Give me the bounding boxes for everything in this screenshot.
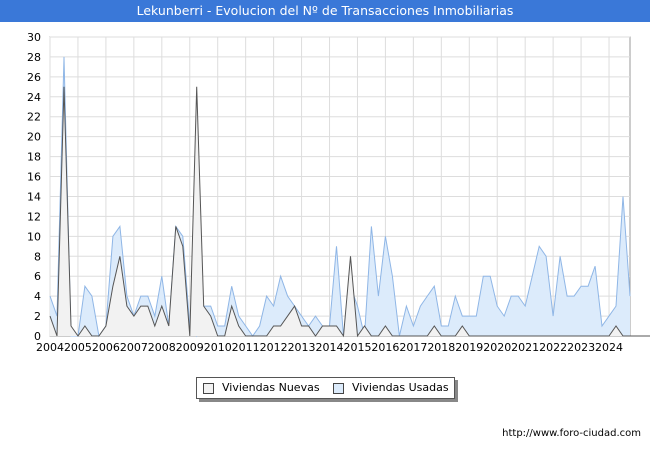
x-tick-label: 2022 <box>539 341 567 354</box>
x-axis: 2004 2005 2006 2007 2008 2009 2010 2011 2012 2013… <box>36 341 623 354</box>
x-tick-label: 2021 <box>511 341 539 354</box>
x-tick-label: 2018 <box>427 341 455 354</box>
y-tick-label: 30 <box>27 31 41 44</box>
x-tick-label: 2007 <box>120 341 148 354</box>
x-tick-label: 2017 <box>399 341 427 354</box>
y-tick-label: 26 <box>27 71 41 84</box>
x-tick-label: 2006 <box>92 341 120 354</box>
y-tick-label: 12 <box>27 210 41 223</box>
legend: Viviendas Nuevas Viviendas Usadas <box>196 377 455 399</box>
x-tick-label: 2016 <box>371 341 399 354</box>
y-tick-label: 22 <box>27 111 41 124</box>
y-tick-label: 28 <box>27 51 41 64</box>
x-tick-label: 2024 <box>595 341 623 354</box>
x-tick-label: 2011 <box>232 341 260 354</box>
x-tick-label: 2004 <box>36 341 64 354</box>
y-tick-label: 4 <box>34 290 41 303</box>
legend-label-nuevas: Viviendas Nuevas <box>222 381 320 394</box>
x-tick-label: 2012 <box>260 341 288 354</box>
x-tick-label: 2020 <box>483 341 511 354</box>
source-url: http://www.foro-ciudad.com <box>502 428 641 439</box>
y-tick-label: 14 <box>27 190 41 203</box>
legend-swatch-nuevas <box>203 383 214 394</box>
y-tick-label: 8 <box>34 250 41 263</box>
y-tick-label: 24 <box>27 91 41 104</box>
y-tick-label: 20 <box>27 131 41 144</box>
x-tick-label: 2009 <box>176 341 204 354</box>
x-tick-label: 2005 <box>64 341 92 354</box>
x-tick-label: 2019 <box>455 341 483 354</box>
y-tick-label: 10 <box>27 230 41 243</box>
x-tick-label: 2008 <box>148 341 176 354</box>
x-tick-label: 2013 <box>288 341 316 354</box>
x-tick-label: 2010 <box>204 341 232 354</box>
y-tick-label: 2 <box>34 310 41 323</box>
legend-swatch-usadas <box>333 383 344 394</box>
legend-label-usadas: Viviendas Usadas <box>352 381 449 394</box>
x-tick-label: 2014 <box>316 341 344 354</box>
x-tick-label: 2015 <box>343 341 371 354</box>
y-tick-label: 6 <box>34 270 41 283</box>
y-tick-label: 18 <box>27 151 41 164</box>
y-axis: 024681012141618202224262830 <box>27 31 41 343</box>
x-tick-label: 2023 <box>567 341 595 354</box>
y-tick-label: 16 <box>27 171 41 184</box>
